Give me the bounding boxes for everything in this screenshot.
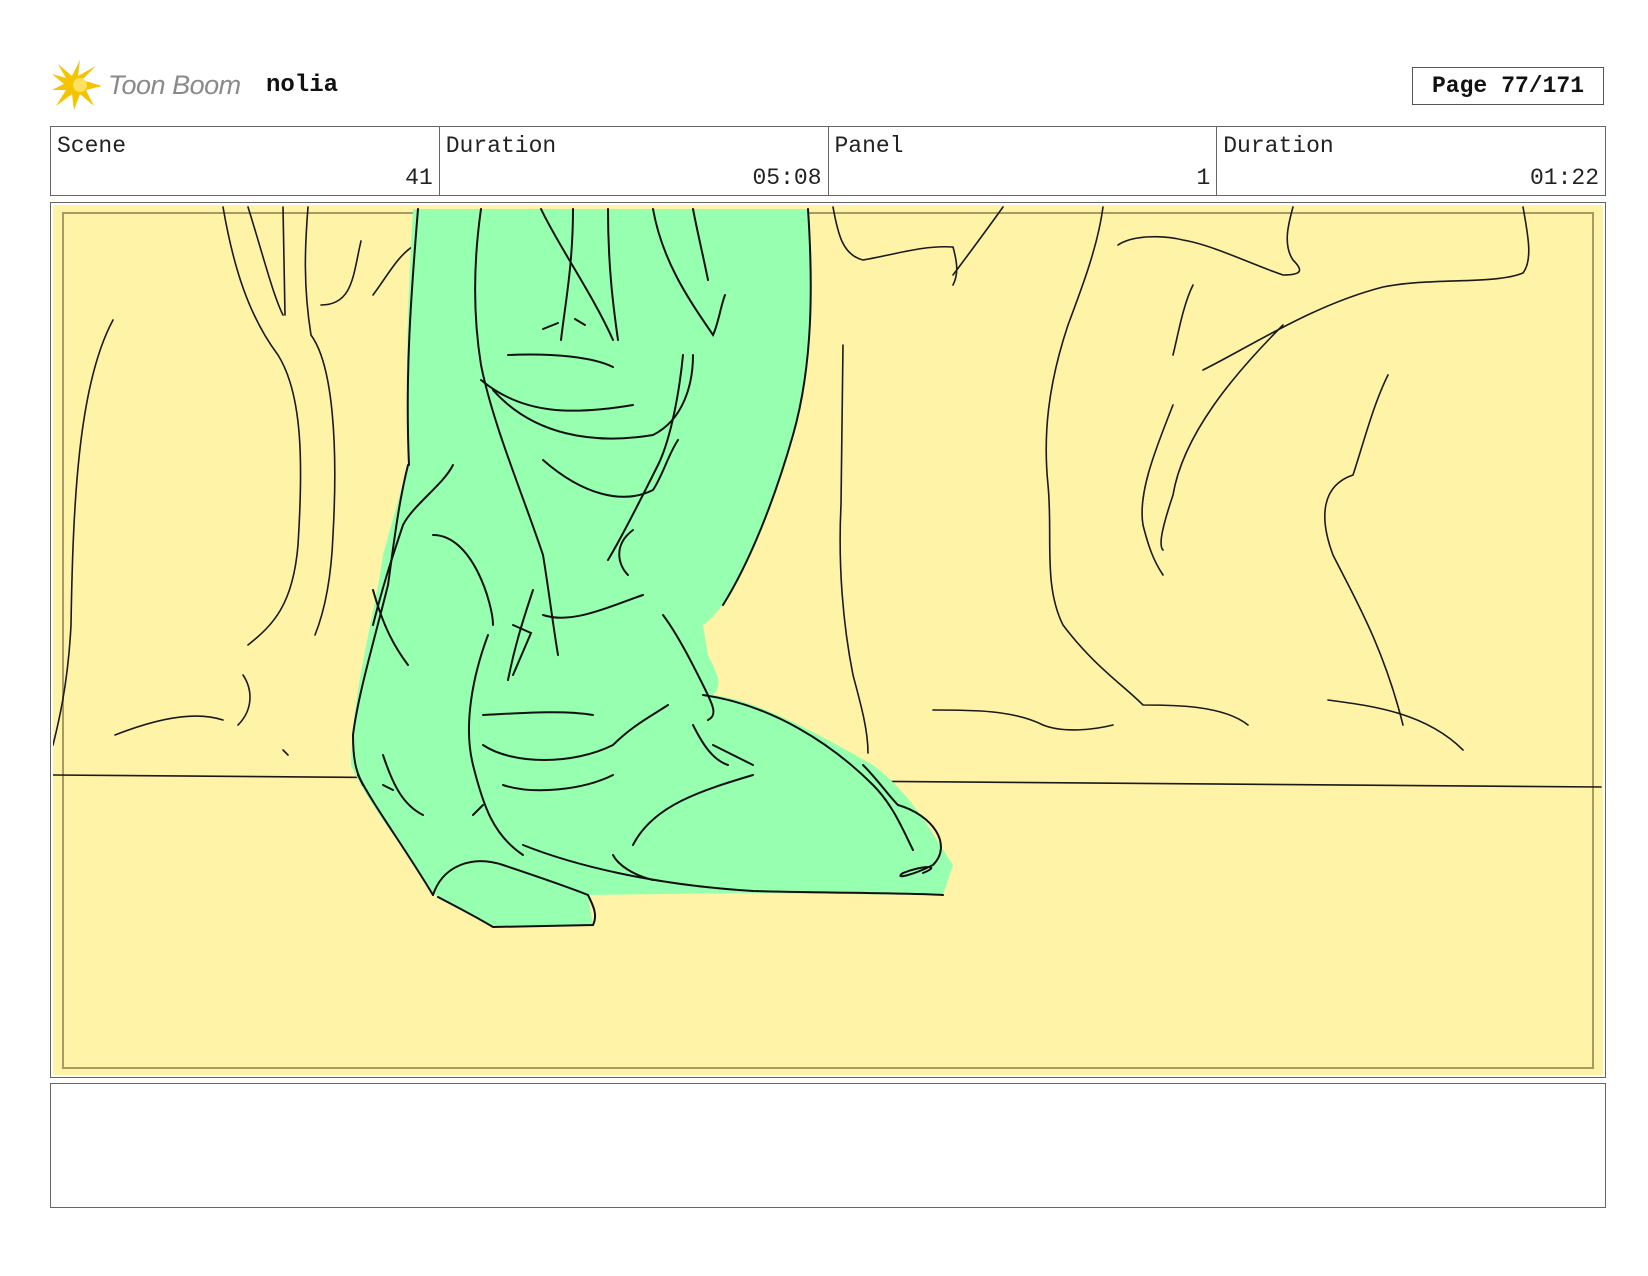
storyboard-panel bbox=[50, 202, 1606, 1078]
project-name: nolia bbox=[266, 72, 339, 99]
scene-cell: Scene 41 bbox=[51, 127, 440, 195]
page-indicator: Page 77/171 bbox=[1412, 67, 1604, 105]
background-fill bbox=[53, 205, 1603, 1075]
panel-value: 1 bbox=[1196, 165, 1211, 191]
scene-value: 41 bbox=[405, 165, 433, 191]
panel-duration-value: 01:22 bbox=[1529, 165, 1599, 191]
notes-box bbox=[50, 1083, 1606, 1208]
panel-duration-label: Duration bbox=[1223, 133, 1334, 159]
panel-label: Panel bbox=[834, 133, 904, 159]
scene-duration-cell: Duration 05:08 bbox=[440, 127, 829, 195]
scene-label: Scene bbox=[57, 133, 127, 159]
panel-info-row: Scene 41 Duration 05:08 Panel 1 Duration… bbox=[50, 126, 1606, 196]
panel-cell: Panel 1 bbox=[829, 127, 1218, 195]
panel-drawing bbox=[53, 205, 1603, 1075]
scene-duration-value: 05:08 bbox=[752, 165, 822, 191]
page-value: 77/171 bbox=[1501, 73, 1585, 99]
logo-text: Toon Boom bbox=[108, 69, 241, 100]
toon-boom-logo: Toon Boom bbox=[52, 60, 241, 110]
page-label: Page bbox=[1431, 73, 1488, 99]
starburst-icon bbox=[52, 60, 102, 110]
scene-duration-label: Duration bbox=[445, 133, 557, 159]
panel-duration-cell: Duration 01:22 bbox=[1217, 127, 1605, 195]
